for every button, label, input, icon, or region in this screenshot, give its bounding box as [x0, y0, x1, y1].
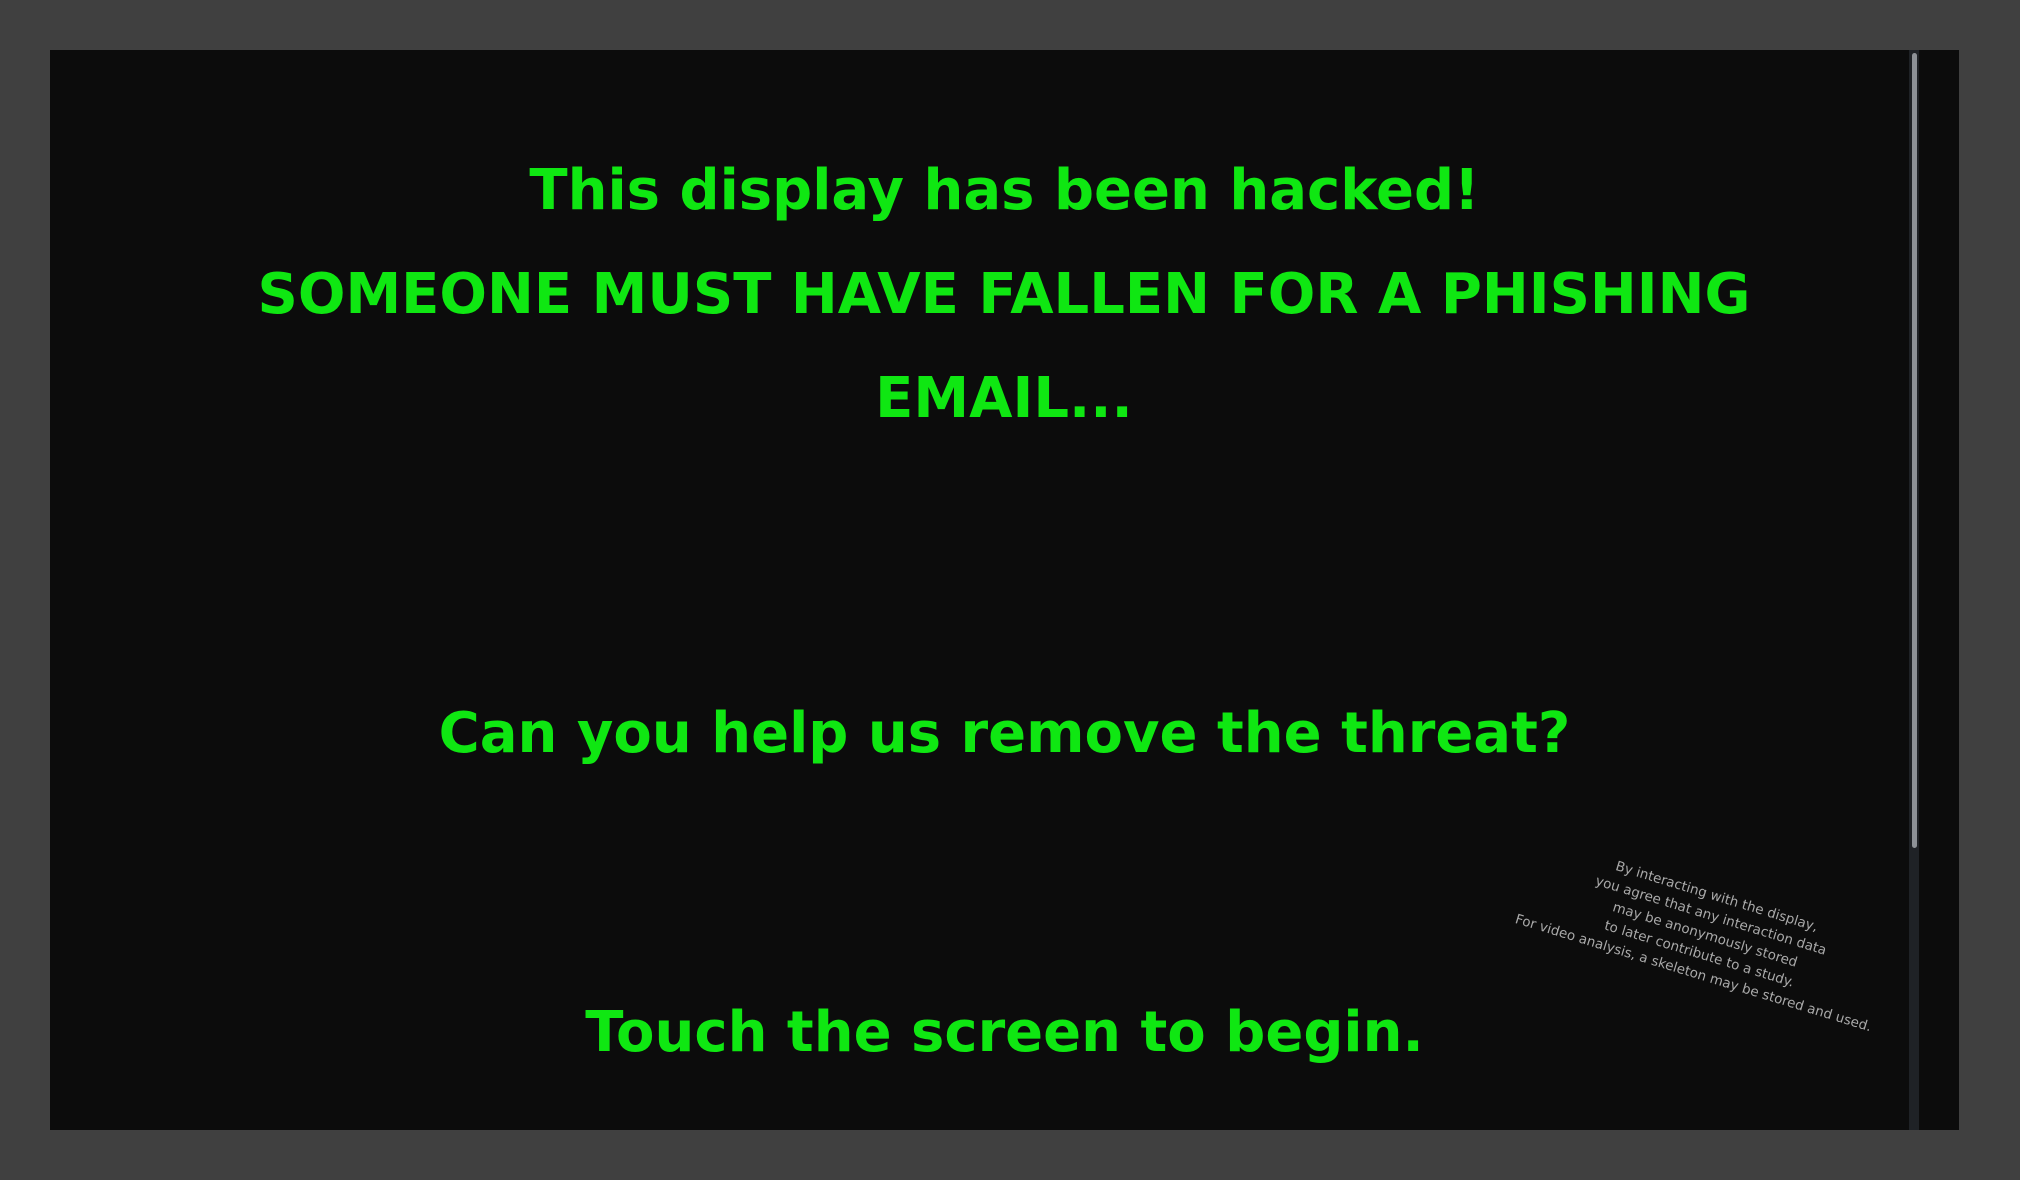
help-question: Can you help us remove the threat?: [438, 701, 1571, 766]
kiosk-screen[interactable]: This display has been hacked! SOMEONE MU…: [50, 50, 1959, 1130]
vertical-scrollbar[interactable]: [1909, 50, 1919, 1130]
screen-content[interactable]: This display has been hacked! SOMEONE MU…: [50, 50, 1959, 1130]
phishing-subheadline: SOMEONE MUST HAVE FALLEN FOR A PHISHING …: [257, 262, 1751, 431]
touch-to-begin-prompt[interactable]: Touch the screen to begin.: [50, 981, 1959, 1085]
hacked-headline: This display has been hacked!: [529, 158, 1480, 223]
scrollbar-thumb[interactable]: [1912, 53, 1917, 848]
